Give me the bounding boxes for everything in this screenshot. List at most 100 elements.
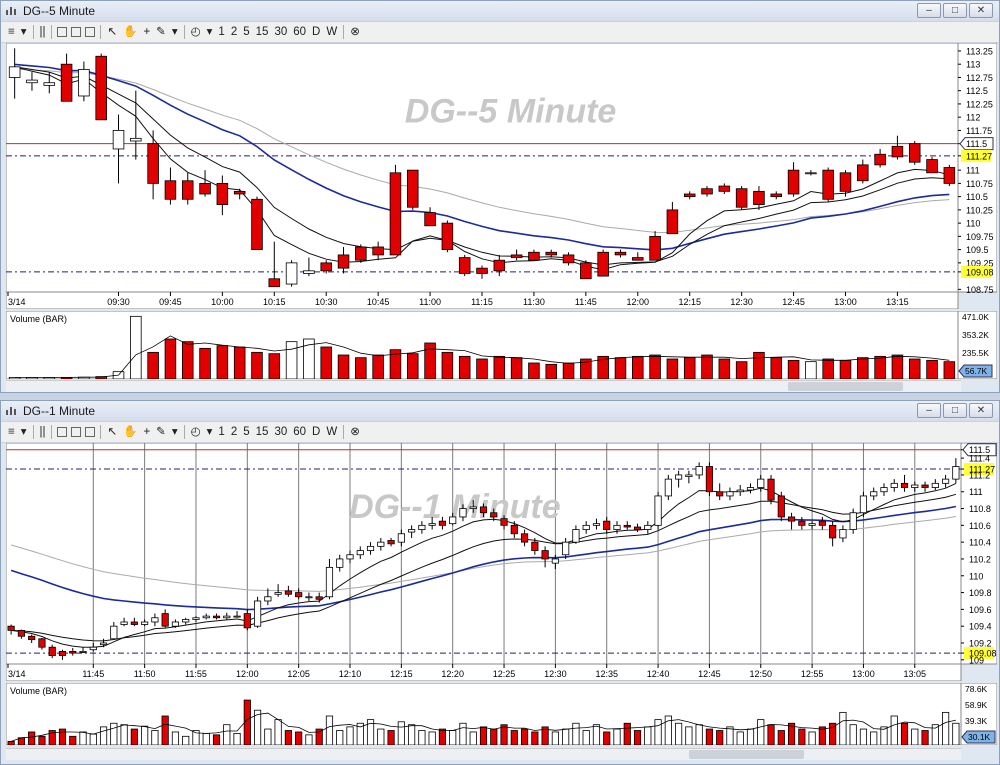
volume-chart-5-minute[interactable]: Volume (BAR)471.0K353.2K235.5K117.7K56.7… — [6, 311, 997, 379]
titlebar-5-minute[interactable]: DG--5 Minute – □ ✕ — [1, 1, 999, 21]
period-1[interactable]: 1 — [215, 23, 227, 41]
period-60[interactable]: 60 — [290, 423, 309, 441]
maximize-button[interactable]: □ — [943, 3, 967, 18]
candle-body — [757, 478, 765, 488]
volume-bar — [89, 733, 97, 745]
candle-body — [874, 153, 886, 166]
period-60[interactable]: 60 — [290, 23, 309, 41]
volume-bar — [377, 728, 385, 745]
candle-body — [99, 642, 108, 646]
zoom-out-icon[interactable] — [71, 27, 82, 37]
minimize-button[interactable]: – — [917, 3, 941, 18]
fit-icon[interactable] — [85, 27, 96, 37]
candle-body — [223, 615, 231, 619]
candle-body — [182, 619, 190, 623]
volume-bar — [212, 734, 221, 745]
time-tick-label: 11:00 — [419, 297, 441, 307]
period-5[interactable]: 5 — [240, 23, 252, 41]
clock-icon[interactable]: ◴ — [188, 23, 204, 41]
chart-type-dropdown-icon[interactable]: ▾ — [18, 423, 30, 441]
volume-bar — [787, 359, 800, 379]
candle-body — [493, 259, 506, 272]
candle-body — [424, 212, 436, 227]
period-2[interactable]: 2 — [228, 423, 240, 441]
time-tick-label: 12:10 — [339, 669, 362, 679]
zoom-box-icon[interactable] — [57, 27, 68, 37]
minimize-button[interactable]: – — [917, 403, 941, 418]
scroll-thumb[interactable] — [689, 750, 804, 759]
period-w[interactable]: W — [323, 23, 340, 41]
bar-style-icon[interactable]: ≡ — [5, 23, 18, 41]
draw-dropdown-icon[interactable]: ▾ — [169, 23, 181, 41]
cancel-icon[interactable]: ⊗ — [347, 423, 363, 441]
draw-pencil-icon[interactable]: ✎ — [153, 423, 169, 441]
close-button[interactable]: ✕ — [969, 3, 993, 18]
price-chart-5-minute[interactable]: DG--5 Minute 113.25 113 112.75 112.5 112.25 11… — [6, 43, 997, 309]
volume-bar — [458, 355, 471, 379]
candle-body — [28, 635, 36, 641]
period-2[interactable]: 2 — [228, 23, 240, 41]
draw-dropdown-icon[interactable]: ▾ — [169, 423, 181, 441]
price-tick-label: 110.8 — [969, 504, 991, 514]
period-1[interactable]: 1 — [215, 423, 227, 441]
volume-bar — [654, 719, 662, 745]
period-30[interactable]: 30 — [271, 23, 290, 41]
volume-bar — [69, 735, 77, 745]
price-tick-label: 112.25 — [966, 99, 993, 109]
crosshair-icon[interactable]: + — [140, 23, 153, 41]
price-chart-1-minute[interactable]: DG--1 Minute111.5111.4111.27111.2111110.… — [6, 443, 997, 681]
period-d[interactable]: D — [309, 23, 323, 41]
period-15[interactable]: 15 — [253, 23, 272, 41]
split-icon[interactable]: || — [37, 23, 49, 41]
fit-icon[interactable] — [85, 427, 96, 437]
zoom-box-icon[interactable] — [57, 427, 68, 437]
volume-chart-1-minute[interactable]: Volume (BAR)78.6K58.9K39.3K19.6K30.1K — [6, 683, 997, 745]
period-15[interactable]: 15 — [253, 423, 272, 441]
cursor-icon[interactable]: ↖ — [104, 23, 120, 41]
period-dropdown-icon[interactable]: ▾ — [204, 423, 216, 441]
volume-bar — [264, 728, 272, 745]
period-5[interactable]: 5 — [240, 423, 252, 441]
zoom-out-icon[interactable] — [71, 427, 82, 437]
candle-body — [562, 254, 575, 264]
period-30[interactable]: 30 — [271, 423, 290, 441]
time-tick-label: 12:30 — [544, 669, 567, 679]
period-w[interactable]: W — [323, 423, 340, 441]
candle-body — [17, 629, 25, 637]
close-button[interactable]: ✕ — [969, 403, 993, 418]
candle-body — [315, 596, 323, 600]
candle-body — [459, 508, 467, 518]
chart-type-dropdown-icon[interactable]: ▾ — [18, 23, 30, 41]
candle-body — [147, 143, 159, 184]
candle-body — [268, 278, 281, 288]
candle-body — [767, 478, 775, 501]
pan-hand-icon[interactable]: ✋ — [120, 23, 140, 41]
candle-body — [89, 646, 97, 651]
cancel-icon[interactable]: ⊗ — [347, 23, 363, 41]
maximize-button[interactable]: □ — [943, 403, 967, 418]
volume-bar — [805, 361, 817, 379]
scroll-thumb[interactable] — [788, 382, 903, 391]
period-d[interactable]: D — [309, 423, 323, 441]
volume-bar — [199, 347, 211, 379]
titlebar-1-minute[interactable]: DG--1 Minute – □ ✕ — [1, 401, 999, 421]
horizontal-scrollbar-5-minute[interactable] — [6, 380, 961, 392]
candle-body — [164, 180, 177, 200]
candle-body — [632, 257, 644, 261]
horizontal-scrollbar-1-minute[interactable] — [6, 748, 961, 760]
volume-bar — [151, 730, 159, 745]
draw-pencil-icon[interactable]: ✎ — [153, 23, 169, 41]
clock-icon[interactable]: ◴ — [188, 423, 204, 441]
candle-body — [418, 524, 426, 530]
split-icon[interactable]: || — [37, 423, 49, 441]
volume-bar — [675, 722, 683, 745]
volume-bar — [182, 735, 190, 745]
cursor-icon[interactable]: ↖ — [104, 423, 120, 441]
volume-bar — [716, 730, 724, 745]
pan-hand-icon[interactable]: ✋ — [120, 423, 140, 441]
period-dropdown-icon[interactable]: ▾ — [204, 23, 216, 41]
bar-style-icon[interactable]: ≡ — [5, 423, 18, 441]
candle-body — [120, 621, 128, 625]
crosshair-icon[interactable]: + — [140, 423, 153, 441]
volume-bar — [346, 726, 354, 745]
